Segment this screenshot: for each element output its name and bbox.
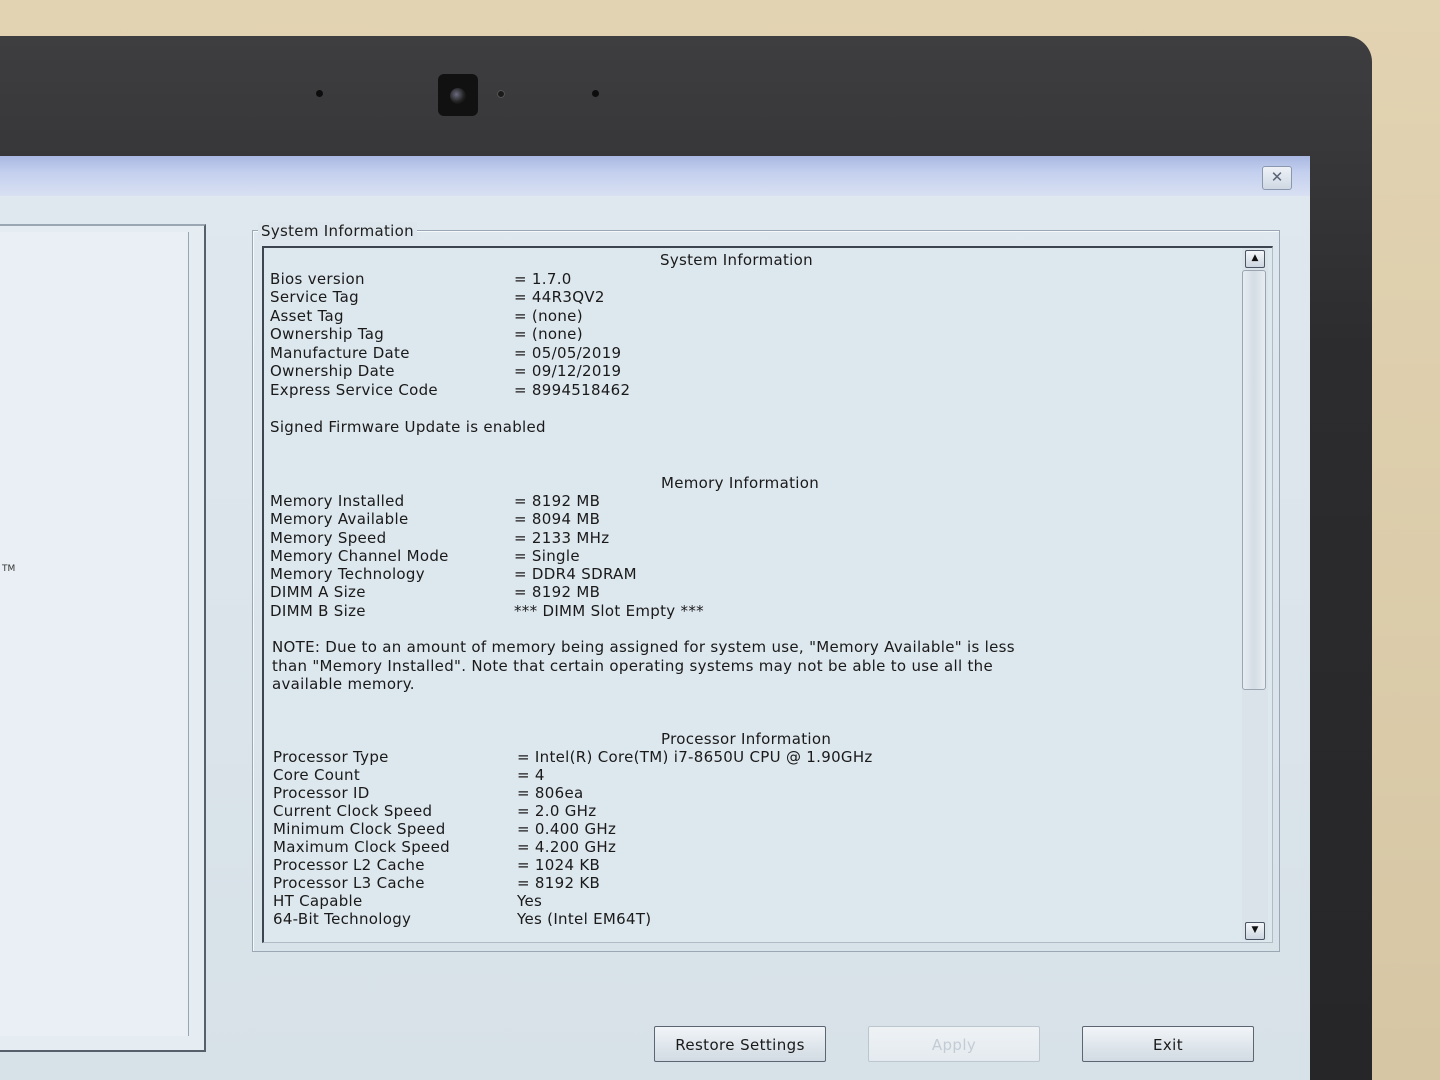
info-key: Asset Tag bbox=[270, 307, 344, 325]
info-key: Ownership Date bbox=[270, 362, 395, 380]
scrollbar-thumb[interactable] bbox=[1242, 270, 1266, 690]
info-value: Yes bbox=[517, 892, 543, 910]
info-key: DIMM B Size bbox=[270, 602, 366, 620]
info-value: = Intel(R) Core(TM) i7-8650U CPU @ 1.90G… bbox=[517, 748, 873, 766]
info-key: HT Capable bbox=[273, 892, 363, 910]
scroll-down-button[interactable]: ▼ bbox=[1245, 922, 1265, 940]
info-key: Memory Installed bbox=[270, 492, 405, 510]
memory-note-line: NOTE: Due to an amount of memory being a… bbox=[272, 638, 1015, 656]
info-key: Minimum Clock Speed bbox=[273, 820, 446, 838]
info-key: Service Tag bbox=[270, 288, 359, 306]
information-listbox[interactable]: System Information Bios version = 1.7.0 S… bbox=[262, 246, 1273, 943]
vertical-scrollbar[interactable]: ▲ ▼ bbox=[1242, 248, 1268, 940]
section-heading-processor: Processor Information bbox=[661, 730, 832, 748]
info-key: Processor L3 Cache bbox=[273, 874, 425, 892]
webcam bbox=[438, 74, 478, 116]
info-value: = 2133 MHz bbox=[514, 529, 610, 547]
info-key: Processor ID bbox=[273, 784, 370, 802]
info-key: Bios version bbox=[270, 270, 365, 288]
bios-screen: ✕ TM System Information System Informati… bbox=[0, 156, 1310, 1080]
info-key: Memory Available bbox=[270, 510, 409, 528]
webcam-light bbox=[497, 90, 505, 98]
info-value: *** DIMM Slot Empty *** bbox=[514, 602, 704, 620]
info-value: = 09/12/2019 bbox=[514, 362, 622, 380]
info-value: = Single bbox=[514, 547, 580, 565]
settings-tree-panel[interactable]: TM bbox=[0, 224, 206, 1052]
close-button[interactable]: ✕ bbox=[1262, 166, 1292, 190]
info-key: Manufacture Date bbox=[270, 344, 410, 362]
info-value: = 0.400 GHz bbox=[517, 820, 617, 838]
info-value: = 8192 MB bbox=[514, 583, 601, 601]
settings-tree: TM bbox=[0, 232, 189, 1036]
info-key: Memory Speed bbox=[270, 529, 387, 547]
info-value: = 44R3QV2 bbox=[514, 288, 605, 306]
info-key: Ownership Tag bbox=[270, 325, 385, 343]
section-heading-system: System Information bbox=[660, 251, 813, 269]
info-key: Processor L2 Cache bbox=[273, 856, 425, 874]
scroll-up-button[interactable]: ▲ bbox=[1245, 250, 1265, 268]
webcam-lens-icon bbox=[450, 88, 466, 104]
info-value: = 1.7.0 bbox=[514, 270, 572, 288]
info-key: Processor Type bbox=[273, 748, 389, 766]
info-key: Current Clock Speed bbox=[273, 802, 433, 820]
section-heading-memory: Memory Information bbox=[661, 474, 819, 492]
info-value: = 806ea bbox=[517, 784, 584, 802]
memory-note: NOTE: Due to an amount of memory being a… bbox=[272, 638, 1015, 694]
info-value: = (none) bbox=[514, 307, 583, 325]
info-key: Core Count bbox=[273, 766, 361, 784]
info-value: = 8994518462 bbox=[514, 381, 631, 399]
info-key: Memory Channel Mode bbox=[270, 547, 449, 565]
info-value: = 2.0 GHz bbox=[517, 802, 597, 820]
info-value: = 05/05/2019 bbox=[514, 344, 622, 362]
group-title: System Information bbox=[258, 222, 417, 240]
restore-settings-button[interactable]: Restore Settings bbox=[654, 1026, 826, 1062]
info-value: = 8192 MB bbox=[514, 492, 601, 510]
info-key: Express Service Code bbox=[270, 381, 438, 399]
microphone-dot bbox=[316, 90, 323, 97]
firmware-status-text: Signed Firmware Update is enabled bbox=[270, 418, 546, 436]
info-key: DIMM A Size bbox=[270, 583, 366, 601]
info-value: = 8094 MB bbox=[514, 510, 601, 528]
tree-item-fragment[interactable]: TM bbox=[2, 564, 15, 574]
info-value: = DDR4 SDRAM bbox=[514, 565, 637, 583]
info-value: = 1024 KB bbox=[517, 856, 601, 874]
memory-note-line: than "Memory Installed". Note that certa… bbox=[272, 656, 994, 675]
info-value: Yes (Intel EM64T) bbox=[517, 910, 652, 928]
info-key: Memory Technology bbox=[270, 565, 425, 583]
info-value: = (none) bbox=[514, 325, 583, 343]
info-value: = 8192 KB bbox=[517, 874, 601, 892]
microphone-dot-right bbox=[592, 90, 599, 97]
info-key: Maximum Clock Speed bbox=[273, 838, 450, 856]
exit-button[interactable]: Exit bbox=[1082, 1026, 1254, 1062]
memory-note-line: available memory. bbox=[272, 675, 415, 693]
info-value: = 4.200 GHz bbox=[517, 838, 617, 856]
window-titlebar: ✕ bbox=[0, 156, 1310, 196]
apply-button[interactable]: Apply bbox=[868, 1026, 1040, 1062]
info-value: = 4 bbox=[517, 766, 545, 784]
info-key: 64-Bit Technology bbox=[273, 910, 412, 928]
